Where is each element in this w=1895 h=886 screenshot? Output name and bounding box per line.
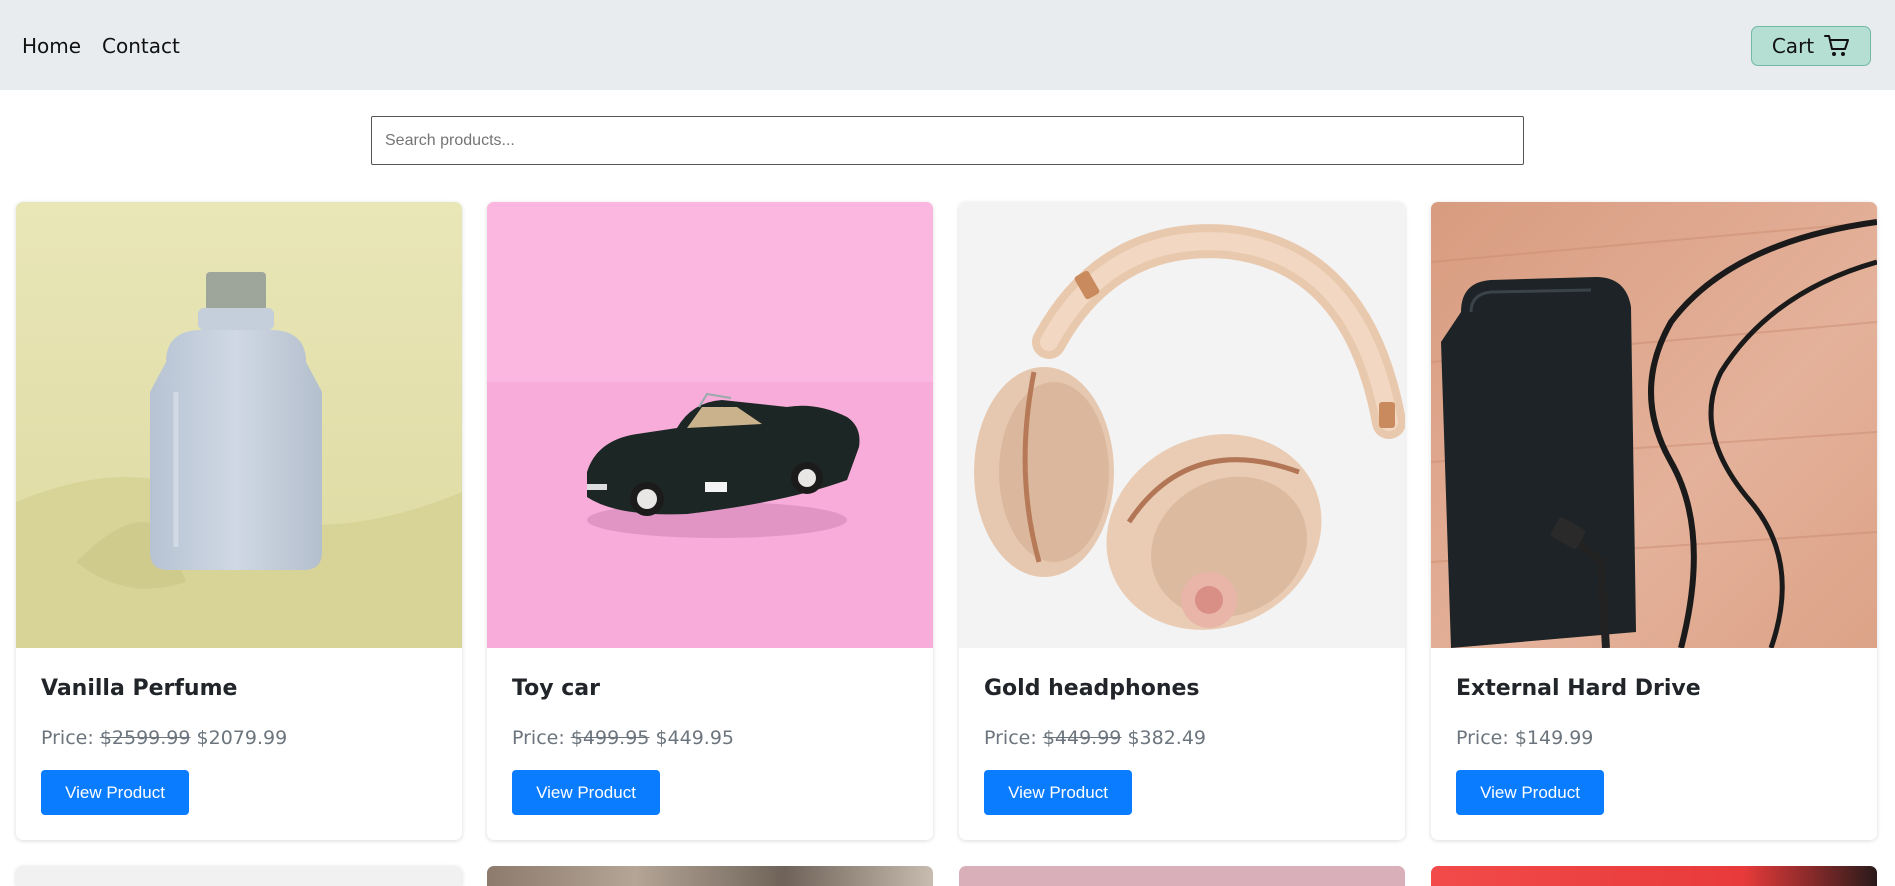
view-product-button[interactable]: View Product [512,770,660,815]
product-title[interactable]: External Hard Drive [1456,676,1701,701]
old-price: $449.99 [1042,727,1122,749]
product-card-partial [1431,866,1877,886]
product-card-partial [487,866,933,886]
cart-icon [1824,35,1850,56]
product-card: Toy car Price: $499.95 $449.95 View Prod… [487,202,933,840]
product-image-toy-car[interactable] [487,202,933,648]
price-label: Price: [41,727,94,749]
old-price: $499.95 [570,727,650,749]
view-product-button[interactable]: View Product [1456,770,1604,815]
current-price: $2079.99 [196,727,288,749]
current-price: $382.49 [1127,727,1207,749]
nav-home-link[interactable]: Home [22,34,81,58]
product-image-perfume[interactable] [16,202,462,648]
product-image-headphones[interactable] [959,202,1405,648]
product-card: External Hard Drive Price: $149.99 View … [1431,202,1877,840]
cart-label: Cart [1771,34,1815,58]
product-price: Price: $2599.99 $2079.99 [41,727,287,749]
nav-contact-link[interactable]: Contact [102,34,180,58]
search-input[interactable] [371,116,1524,165]
view-product-button[interactable]: View Product [41,770,189,815]
price-label: Price: [512,727,565,749]
price-label: Price: [984,727,1037,749]
current-price: $449.95 [655,727,735,749]
product-title[interactable]: Vanilla Perfume [41,676,237,701]
product-card: Vanilla Perfume Price: $2599.99 $2079.99… [16,202,462,840]
product-price: Price: $499.95 $449.95 [512,727,734,749]
product-card-partial [16,866,462,886]
current-price: $149.99 [1514,727,1594,749]
price-label: Price: [1456,727,1509,749]
product-card: Gold headphones Price: $449.99 $382.49 V… [959,202,1405,840]
view-product-button[interactable]: View Product [984,770,1132,815]
navbar: Home Contact Cart [0,0,1895,90]
product-price: Price: $449.99 $382.49 [984,727,1206,749]
cart-button[interactable]: Cart [1751,26,1871,66]
product-title[interactable]: Toy car [512,676,600,701]
product-image-hard-drive[interactable] [1431,202,1877,648]
product-title[interactable]: Gold headphones [984,676,1200,701]
old-price: $2599.99 [99,727,191,749]
product-card-partial [959,866,1405,886]
product-price: Price: $149.99 [1456,727,1593,749]
